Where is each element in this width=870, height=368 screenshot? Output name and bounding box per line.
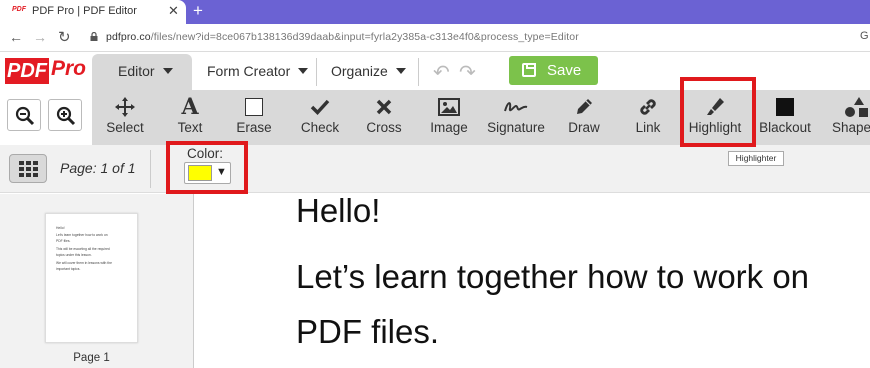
zoom-in-icon — [56, 106, 76, 126]
image-icon — [438, 98, 460, 116]
google-lens-icon[interactable]: G — [860, 30, 869, 42]
tool-signature-label: Signature — [487, 120, 545, 135]
color-picker-annotation-box — [166, 141, 248, 194]
address-bar: ← → ↻ pdfpro.co/files/new?id=8ce067b1381… — [0, 24, 870, 52]
tool-select-label: Select — [106, 120, 144, 135]
tool-check[interactable]: Check — [300, 90, 340, 145]
tool-text-label: Text — [177, 120, 203, 135]
tool-link-label: Link — [635, 120, 661, 135]
doc-line-pdf-files[interactable]: PDF files. — [296, 313, 439, 351]
grid-icon — [19, 161, 38, 177]
tool-select[interactable]: Select — [105, 90, 145, 145]
move-icon — [115, 97, 135, 117]
signature-icon — [504, 102, 528, 112]
cross-icon — [376, 99, 392, 115]
menu-divider — [418, 58, 419, 86]
logo-pdf-text: PDF — [5, 58, 49, 84]
url-text[interactable]: pdfpro.co/files/new?id=8ce067b138136d39d… — [106, 31, 579, 43]
url-path: /files/new?id=8ce067b138136d39daab&input… — [150, 31, 579, 43]
square-icon — [245, 98, 263, 116]
chevron-down-icon — [298, 68, 309, 74]
close-tab-icon[interactable]: ✕ — [168, 3, 179, 19]
favicon-icon: PDF — [12, 6, 26, 13]
new-tab-plus-icon[interactable]: + — [193, 1, 203, 21]
logo-pro-text: Pro — [51, 57, 87, 80]
tooltip: Highlighter — [728, 151, 784, 166]
page-indicator: Page: 1 of 1 — [60, 160, 136, 176]
zoom-in-button[interactable] — [48, 99, 82, 131]
check-icon — [310, 99, 330, 116]
tool-check-label: Check — [300, 120, 340, 135]
thumb-line: This will be escorting all the required — [56, 247, 110, 251]
tab-title: PDF Pro | PDF Editor — [32, 5, 137, 17]
editor-menu[interactable]: Editor — [118, 63, 173, 79]
tool-draw-label: Draw — [568, 120, 600, 135]
doc-line-intro[interactable]: Let’s learn together how to work on — [296, 258, 809, 296]
thumb-line: important topics. — [56, 267, 81, 271]
highlight-tool-annotation-box — [680, 77, 756, 147]
save-floppy-icon — [522, 63, 536, 77]
save-label: Save — [547, 62, 582, 79]
tool-draw[interactable]: Draw — [564, 90, 604, 145]
shapes-icon — [845, 97, 868, 117]
browser-tab[interactable]: PDF PDF Pro | PDF Editor ✕ — [0, 0, 186, 24]
thumb-line: Hello! — [56, 226, 65, 230]
page-thumbnail[interactable]: Hello! Let's learn together how to work … — [45, 213, 138, 343]
form-creator-label: Form Creator — [207, 63, 291, 79]
thumbnail-grid-button[interactable] — [9, 154, 47, 183]
text-icon: A — [181, 94, 199, 120]
editor-menu-label: Editor — [118, 63, 155, 79]
form-creator-menu[interactable]: Form Creator — [207, 63, 309, 79]
forward-icon[interactable]: → — [33, 29, 47, 45]
chevron-down-icon — [162, 68, 173, 74]
back-icon[interactable]: ← — [9, 29, 23, 45]
url-host: pdfpro.co — [106, 31, 151, 43]
thumb-line: Let's learn together how to work on — [56, 233, 108, 237]
tool-image-label: Image — [430, 120, 468, 135]
redo-icon[interactable]: ↷ — [459, 60, 476, 85]
tool-erase[interactable]: Erase — [234, 90, 274, 145]
organize-label: Organize — [331, 63, 388, 79]
tool-text[interactable]: A Text — [170, 90, 210, 145]
organize-menu[interactable]: Organize — [331, 63, 406, 79]
tool-link[interactable]: Link — [628, 90, 668, 145]
thumb-line: We will cover them in lessons with the — [56, 261, 112, 265]
black-square-icon — [776, 98, 794, 116]
undo-icon[interactable]: ↶ — [433, 60, 450, 85]
tool-cross-label: Cross — [366, 120, 402, 135]
reload-icon[interactable]: ↻ — [58, 28, 71, 46]
thumb-line: PDF files. — [56, 239, 71, 243]
tool-image[interactable]: Image — [429, 90, 469, 145]
doc-line-hello[interactable]: Hello! — [296, 192, 380, 230]
tool-shapes-label: Shape — [832, 120, 870, 135]
tool-blackout-label: Blackout — [759, 120, 811, 135]
menu-divider — [316, 58, 317, 86]
tool-erase-label: Erase — [236, 120, 272, 135]
lock-icon — [90, 32, 98, 41]
tool-cross[interactable]: Cross — [364, 90, 404, 145]
chevron-down-icon — [395, 68, 406, 74]
thumbnail-page-label: Page 1 — [73, 352, 110, 364]
link-icon — [640, 99, 656, 115]
tool-shapes[interactable]: Shape — [832, 90, 870, 145]
subbar-divider — [150, 150, 151, 188]
thumb-line: topics under this lesson. — [56, 253, 92, 257]
tool-blackout[interactable]: Blackout — [759, 90, 811, 145]
zoom-out-button[interactable] — [7, 99, 41, 131]
tool-signature[interactable]: Signature — [487, 90, 545, 145]
pencil-icon — [577, 99, 592, 114]
save-button[interactable]: Save — [509, 56, 598, 85]
zoom-out-icon — [15, 106, 35, 126]
